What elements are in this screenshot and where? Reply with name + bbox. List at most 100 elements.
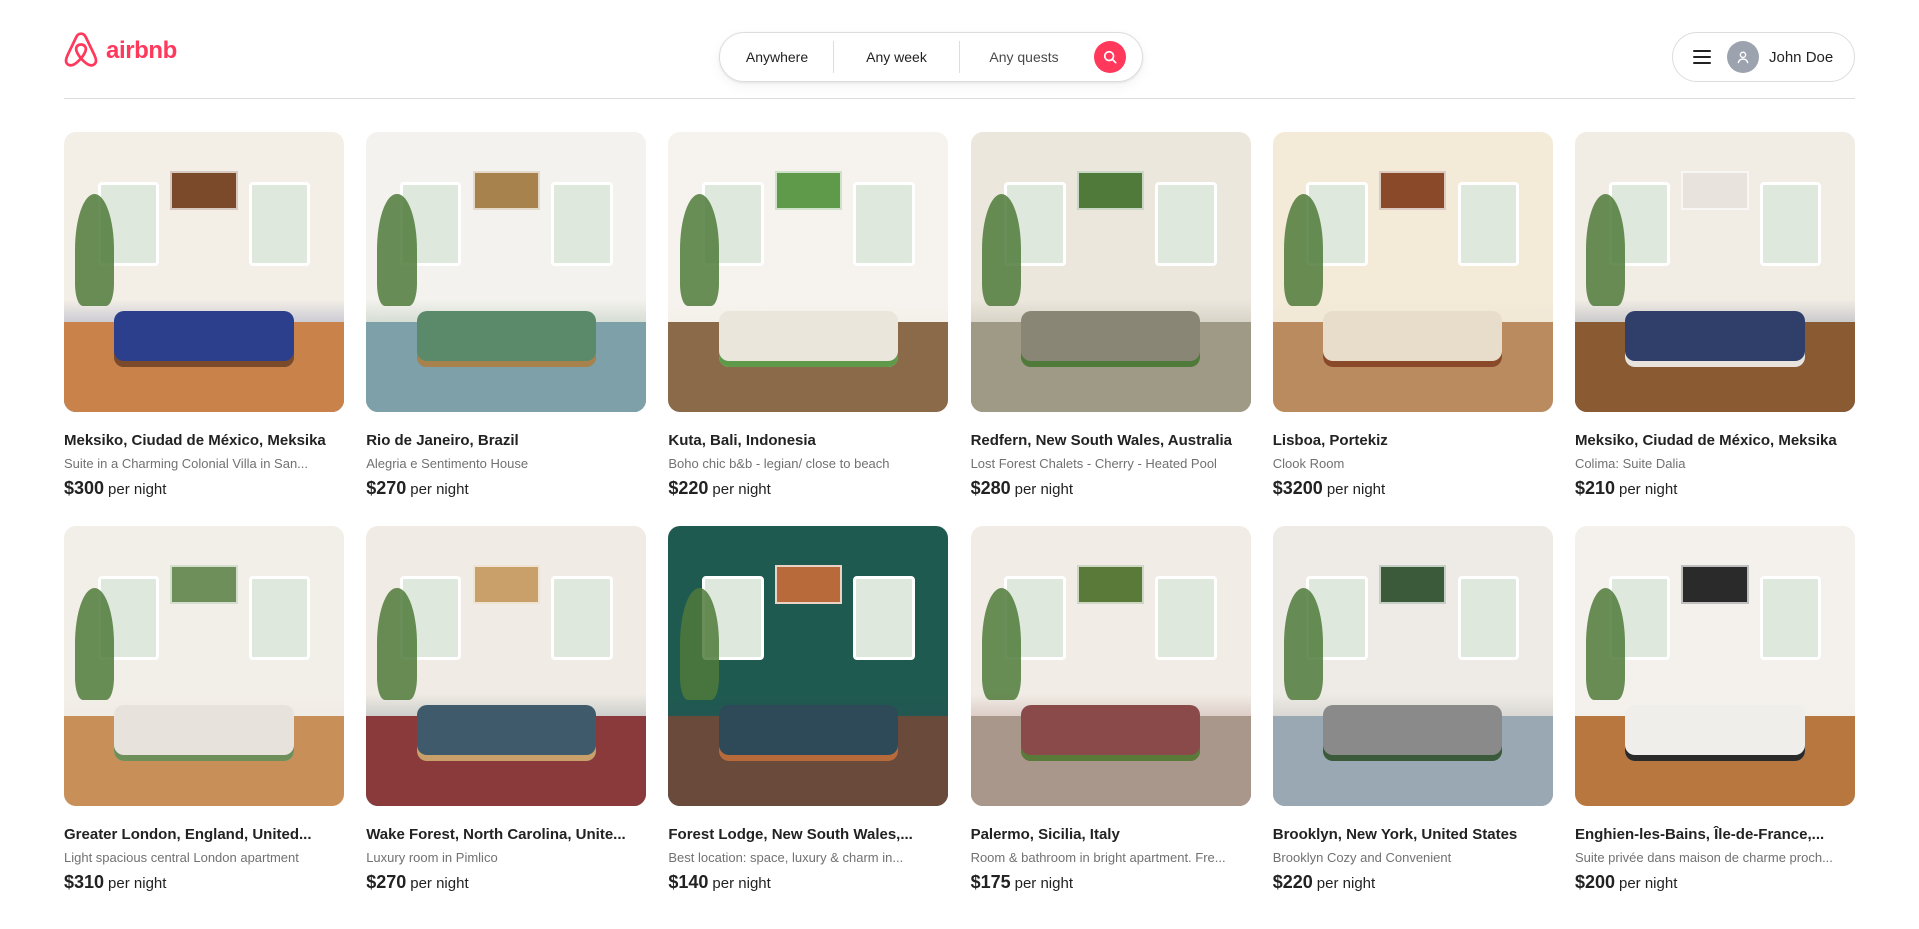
listing-photo[interactable] — [970, 526, 1251, 806]
listing-location: Brooklyn, New York, United States — [1272, 826, 1518, 843]
listing-description: Boho chic b&b - legian/ close to beach — [668, 456, 890, 471]
listing-description: Clook Room — [1272, 456, 1345, 471]
listing-price-line: $300 per night — [64, 478, 344, 500]
listing-description: Light spacious central London apartment — [64, 850, 299, 865]
listing-price-line: $270 per night — [366, 872, 646, 894]
per-night-label: per night — [1326, 481, 1386, 498]
per-night-label: per night — [1618, 875, 1678, 892]
hamburger-icon — [1693, 50, 1711, 64]
listing-card[interactable]: Kuta, Bali, Indonesia Boho chic b&b - leg… — [668, 132, 949, 500]
listing-price-line: $270 per night — [366, 478, 646, 500]
search-button[interactable] — [1094, 41, 1126, 73]
listing-price: $220 — [1272, 872, 1313, 892]
listing-location: Meksiko, Ciudad de México, Meksika — [1574, 432, 1837, 449]
per-night-label: per night — [1014, 481, 1073, 498]
listing-description: Suite privée dans maison de charme proch… — [1574, 850, 1833, 865]
listing-photo[interactable] — [366, 132, 647, 412]
listing-description: Alegria e Sentimento House — [366, 456, 529, 471]
guests-selector[interactable]: Any quests — [960, 41, 1088, 73]
listing-price-line: $280 per night — [971, 478, 1251, 500]
listing-card[interactable]: Rio de Janeiro, Brazil Alegria e Sentimen… — [366, 132, 647, 500]
listing-description: Luxury room in Pimlico — [366, 850, 498, 865]
per-night-label: per night — [410, 481, 469, 498]
listing-description: Room & bathroom in bright apartment. Fre… — [970, 850, 1226, 865]
listing-price-line: $140 per night — [668, 872, 948, 894]
listing-photo[interactable] — [64, 132, 344, 412]
search-icon — [1103, 50, 1117, 64]
listing-price-line: $220 per night — [1273, 872, 1553, 894]
avatar — [1727, 41, 1759, 73]
listing-price-line: $310 per night — [64, 872, 344, 894]
search-bar: Anywhere Any week Any quests — [719, 32, 1143, 82]
listing-photo[interactable] — [1272, 132, 1553, 412]
listing-location: Redfern, New South Wales, Australia — [970, 432, 1233, 449]
listing-price-line: $210 per night — [1575, 478, 1855, 500]
listing-photo[interactable] — [1574, 526, 1855, 806]
listing-price: $210 — [1574, 478, 1615, 498]
listing-description: Colima: Suite Dalia — [1574, 456, 1686, 471]
airbnb-logo-icon — [64, 32, 98, 70]
listing-photo[interactable] — [668, 526, 949, 806]
listing-price: $270 — [366, 872, 407, 892]
listing-card[interactable]: Meksiko, Ciudad de México, Meksika Suite … — [64, 132, 344, 500]
listing-price: $270 — [366, 478, 407, 498]
listing-description: Brooklyn Cozy and Convenient — [1272, 850, 1452, 865]
per-night-label: per night — [1316, 875, 1376, 892]
listing-price-line: $175 per night — [971, 872, 1251, 894]
listing-price-line: $220 per night — [668, 478, 948, 500]
listing-card[interactable]: Wake Forest, North Carolina, Unite... Lux… — [366, 526, 647, 894]
listing-location: Wake Forest, North Carolina, Unite... — [366, 826, 626, 843]
top-navbar: airbnb Anywhere Any week Any quests John… — [64, 0, 1855, 99]
listing-card[interactable]: Meksiko, Ciudad de México, Meksika Colima… — [1574, 132, 1855, 500]
listing-card[interactable]: Redfern, New South Wales, Australia Lost … — [970, 132, 1251, 500]
listing-location: Greater London, England, United... — [64, 826, 312, 843]
listing-price: $310 — [64, 872, 105, 892]
listing-location: Meksiko, Ciudad de México, Meksika — [64, 432, 326, 449]
listing-photo[interactable] — [970, 132, 1251, 412]
listing-photo[interactable] — [668, 132, 949, 412]
per-night-label: per night — [108, 481, 167, 498]
listing-price: $300 — [64, 478, 105, 498]
when-selector[interactable]: Any week — [833, 41, 960, 73]
listing-location: Palermo, Sicilia, Italy — [970, 826, 1120, 843]
per-night-label: per night — [108, 875, 167, 892]
per-night-label: per night — [1014, 875, 1073, 892]
user-name: John Doe — [1769, 48, 1834, 66]
listing-photo[interactable] — [366, 526, 647, 806]
brand-name: airbnb — [106, 37, 177, 64]
listing-price: $200 — [1574, 872, 1615, 892]
listings-grid: Meksiko, Ciudad de México, Meksika Suite … — [64, 132, 1855, 894]
brand-logo[interactable]: airbnb — [64, 32, 177, 70]
listing-price-line: $3200 per night — [1273, 478, 1553, 500]
per-night-label: per night — [1618, 481, 1678, 498]
per-night-label: per night — [712, 875, 771, 892]
listing-location: Forest Lodge, New South Wales,... — [668, 826, 913, 843]
listing-photo[interactable] — [64, 526, 344, 806]
listing-description: Suite in a Charming Colonial Villa in Sa… — [64, 456, 309, 471]
listing-card[interactable]: Greater London, England, United... Light … — [64, 526, 344, 894]
listing-photo[interactable] — [1574, 132, 1855, 412]
user-icon — [1736, 50, 1750, 64]
listing-card[interactable]: Forest Lodge, New South Wales,... Best lo… — [668, 526, 949, 894]
listing-card[interactable]: Palermo, Sicilia, Italy Room & bathroom i… — [970, 526, 1251, 894]
listing-description: Best location: space, luxury & charm in.… — [668, 850, 904, 865]
listing-card[interactable]: Enghien-les-Bains, Île-de-France,... Suit… — [1574, 526, 1855, 894]
listing-location: Rio de Janeiro, Brazil — [366, 432, 519, 449]
user-menu-button[interactable]: John Doe — [1672, 32, 1855, 82]
listing-location: Lisboa, Portekiz — [1272, 432, 1388, 449]
listing-location: Enghien-les-Bains, Île-de-France,... — [1574, 826, 1825, 843]
listing-description: Lost Forest Chalets - Cherry - Heated Po… — [970, 456, 1217, 471]
listing-price: $280 — [970, 478, 1011, 498]
listing-location: Kuta, Bali, Indonesia — [668, 432, 816, 449]
listing-card[interactable]: Lisboa, Portekiz Clook Room $3200 per night — [1272, 132, 1553, 500]
per-night-label: per night — [712, 481, 771, 498]
listing-price-line: $200 per night — [1575, 872, 1855, 894]
listing-price: $140 — [668, 872, 709, 892]
listing-card[interactable]: Brooklyn, New York, United States Brookly… — [1272, 526, 1553, 894]
listing-price: $175 — [970, 872, 1011, 892]
listing-price: $3200 — [1272, 478, 1323, 498]
where-selector[interactable]: Anywhere — [720, 41, 833, 73]
listing-price: $220 — [668, 478, 709, 498]
per-night-label: per night — [410, 875, 469, 892]
listing-photo[interactable] — [1272, 526, 1553, 806]
